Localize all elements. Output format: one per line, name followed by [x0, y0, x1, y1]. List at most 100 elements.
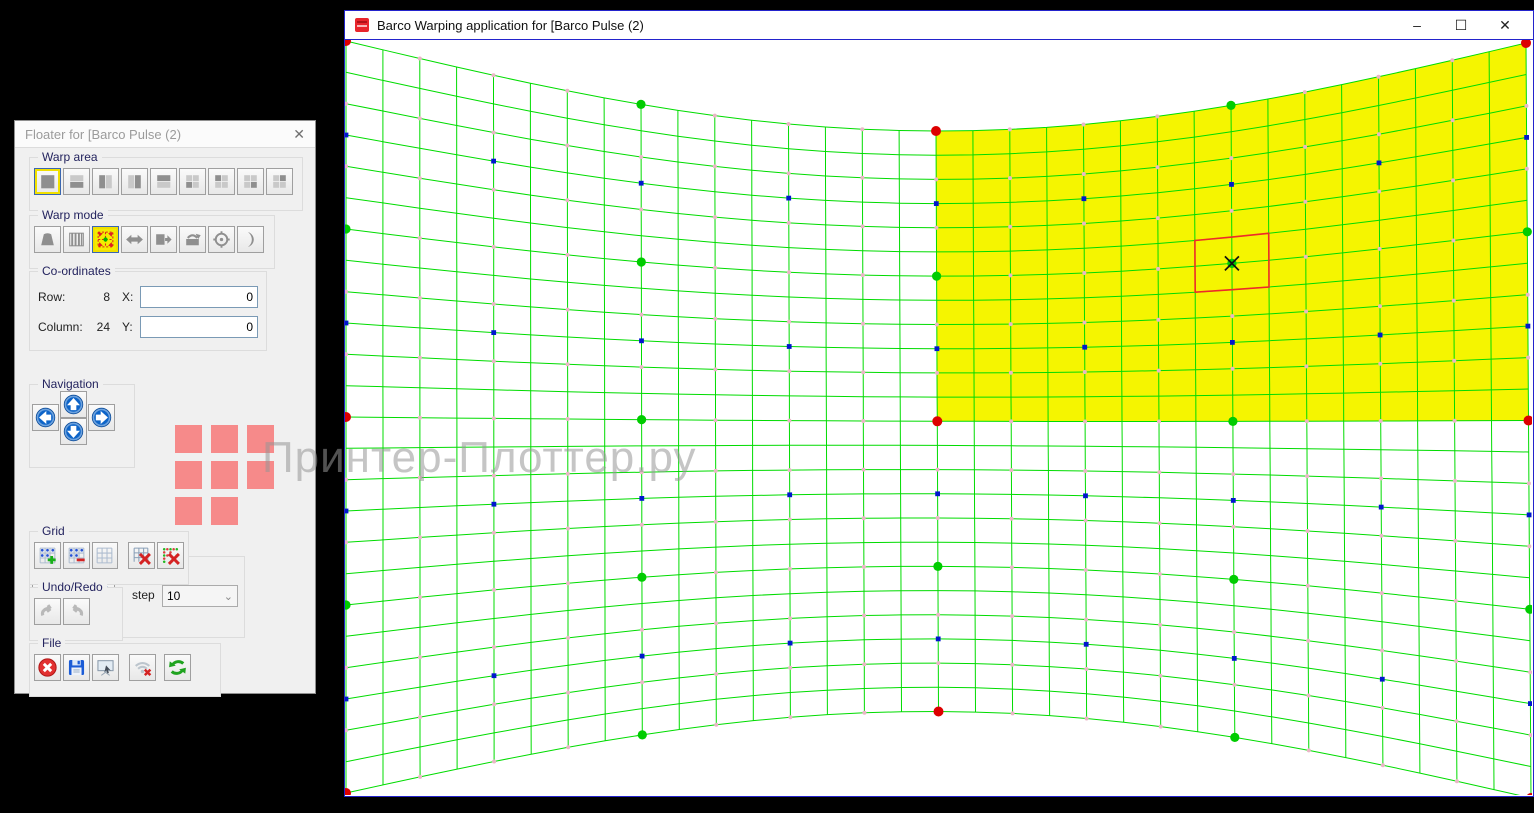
warp-area-quad-bottom-right-button[interactable]	[237, 168, 264, 195]
warp-mode-keystone-button[interactable]	[34, 226, 61, 253]
nav-up-icon	[63, 394, 84, 415]
warp-mode-grid-points-button[interactable]	[92, 226, 119, 253]
warp-mode-curve-button[interactable]	[237, 226, 264, 253]
area-right-icon	[124, 171, 145, 192]
area-bottom-icon	[66, 171, 87, 192]
undo-redo-group: Undo/Redo	[29, 587, 123, 641]
area-quad-tr-icon	[269, 171, 290, 192]
warp-area-full-button[interactable]	[34, 168, 61, 195]
warp-mode-shift-horizontal-button[interactable]	[121, 226, 148, 253]
nav-left-icon	[35, 407, 56, 428]
file-close-button[interactable]	[34, 654, 61, 681]
grid-label: Grid	[38, 524, 69, 538]
navigation-label: Navigation	[38, 377, 103, 391]
warp-area-quad-top-right-button[interactable]	[266, 168, 293, 195]
coordinates-group: Co-ordinates Row: 8 X: Column: 24 Y:	[29, 271, 267, 351]
grid-plain-icon	[94, 545, 115, 566]
undo-button[interactable]	[34, 598, 61, 625]
mode-warp-points-icon	[95, 229, 116, 250]
area-full-icon	[37, 171, 58, 192]
warp-mode-linearity-button[interactable]	[63, 226, 90, 253]
grid-add-icon	[37, 545, 58, 566]
area-quad-tl-icon	[211, 171, 232, 192]
main-window-titlebar[interactable]: Barco Warping application for [Barco Pul…	[345, 11, 1533, 40]
y-label: Y:	[122, 320, 140, 334]
mode-linearity-icon	[66, 229, 87, 250]
grid-remove-icon	[66, 545, 87, 566]
area-quad-bl-icon	[182, 171, 203, 192]
grid-add-point-button[interactable]	[34, 542, 61, 569]
undo-redo-label: Undo/Redo	[38, 580, 107, 594]
column-value: 24	[90, 320, 110, 334]
row-value: 8	[90, 290, 110, 304]
grid-points-delete-icon	[160, 545, 181, 566]
redo-button[interactable]	[63, 598, 90, 625]
file-projector-button[interactable]	[92, 654, 119, 681]
coordinates-label: Co-ordinates	[38, 264, 115, 278]
file-refresh-button[interactable]	[164, 654, 191, 681]
nav-left-button[interactable]	[32, 404, 59, 431]
x-label: X:	[122, 290, 140, 304]
row-label: Row:	[38, 290, 90, 304]
grid-remove-point-button[interactable]	[63, 542, 90, 569]
mode-shift-h-icon	[124, 229, 145, 250]
step-label: step	[132, 588, 155, 602]
close-icon[interactable]: ✕	[1483, 12, 1527, 38]
column-label: Column:	[38, 320, 90, 334]
warp-mode-center-button[interactable]	[208, 226, 235, 253]
step-combobox[interactable]: 10 ⌄	[162, 585, 238, 607]
nav-right-icon	[91, 407, 112, 428]
file-save-button[interactable]	[63, 654, 90, 681]
mode-shift-right-icon	[153, 229, 174, 250]
navigation-group: Navigation	[29, 384, 135, 468]
redo-arrow-icon	[66, 601, 87, 622]
main-window-title: Barco Warping application for [Barco Pul…	[377, 18, 644, 33]
area-left-icon	[95, 171, 116, 192]
grid-group: Grid	[29, 531, 189, 585]
warp-area-quad-top-left-button[interactable]	[208, 168, 235, 195]
floater-window: Floater for [Barco Pulse (2) ✕ Warp area…	[14, 120, 316, 694]
file-projector-icon	[95, 657, 116, 678]
grid-delete-points-button[interactable]	[157, 542, 184, 569]
file-label: File	[38, 636, 65, 650]
mode-arc-icon	[182, 229, 203, 250]
window-controls: – ☐ ✕	[1395, 12, 1527, 38]
main-window: Barco Warping application for [Barco Pul…	[344, 10, 1534, 797]
mode-curve-icon	[240, 229, 261, 250]
file-group: File	[29, 643, 221, 697]
minimize-icon[interactable]: –	[1395, 12, 1439, 38]
chevron-down-icon: ⌄	[224, 590, 233, 603]
file-disconnect-button[interactable]	[129, 654, 156, 681]
grid-show-button[interactable]	[92, 542, 119, 569]
warp-mesh[interactable]	[345, 40, 1532, 795]
area-quad-br-icon	[240, 171, 261, 192]
nav-down-icon	[63, 421, 84, 442]
grid-delete-button[interactable]	[128, 542, 155, 569]
floater-titlebar[interactable]: Floater for [Barco Pulse (2) ✕	[15, 121, 315, 148]
warp-area-group: Warp area	[29, 157, 303, 211]
nav-up-button[interactable]	[60, 391, 87, 418]
file-refresh-icon	[167, 657, 188, 678]
y-input[interactable]	[140, 316, 258, 338]
warp-area-top-half-button[interactable]	[150, 168, 177, 195]
mode-center-icon	[211, 229, 232, 250]
warp-mode-arc-button[interactable]	[179, 226, 206, 253]
step-value: 10	[167, 589, 180, 603]
barco-logo-icon	[355, 18, 369, 32]
maximize-icon[interactable]: ☐	[1439, 12, 1483, 38]
warp-mode-label: Warp mode	[38, 208, 108, 222]
x-input[interactable]	[140, 286, 258, 308]
warp-mode-shift-button[interactable]	[150, 226, 177, 253]
nav-right-button[interactable]	[88, 404, 115, 431]
warp-area-right-half-button[interactable]	[121, 168, 148, 195]
mode-keystone-icon	[37, 229, 58, 250]
warp-area-left-half-button[interactable]	[92, 168, 119, 195]
warp-area-quad-bottom-left-button[interactable]	[179, 168, 206, 195]
floater-title: Floater for [Barco Pulse (2)	[25, 127, 181, 142]
grid-delete-icon	[131, 545, 152, 566]
warp-area-bottom-half-button[interactable]	[63, 168, 90, 195]
warp-canvas[interactable]	[345, 40, 1533, 796]
warp-area-label: Warp area	[38, 150, 102, 164]
nav-down-button[interactable]	[60, 418, 87, 445]
floater-close-icon[interactable]: ✕	[293, 126, 305, 143]
